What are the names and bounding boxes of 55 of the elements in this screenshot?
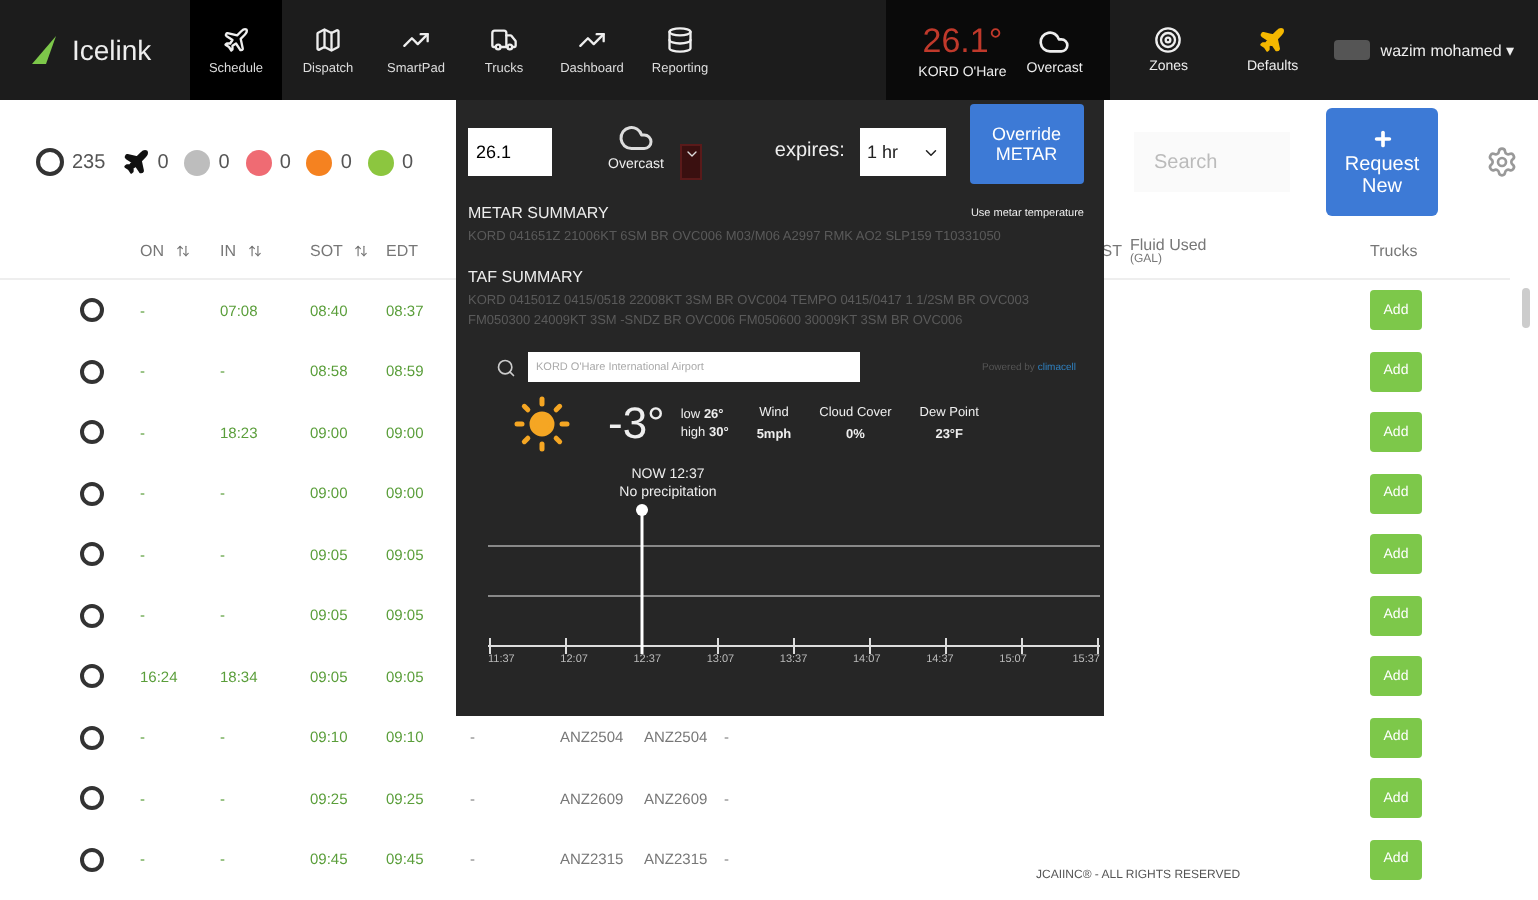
expires-label: expires:	[774, 140, 845, 162]
user-menu[interactable]: wazim mohamed ▾	[1380, 41, 1514, 59]
plus-icon	[1371, 127, 1393, 149]
cloud-icon[interactable]	[1038, 25, 1071, 57]
status-count: 0	[279, 151, 291, 173]
column-header[interactable]: SOT	[310, 242, 343, 260]
status-ring[interactable]	[80, 298, 104, 323]
status-ring[interactable]	[80, 603, 104, 628]
caret-icon	[683, 146, 700, 162]
temperature-reading: 26.1°	[922, 21, 1003, 61]
column-header[interactable]: ON	[140, 242, 164, 260]
column-header: Trucks	[1370, 242, 1418, 260]
sort-icon[interactable]	[354, 244, 369, 258]
sun-icon	[512, 394, 572, 454]
section-title: TAF SUMMARY	[468, 268, 583, 286]
status-count: 0	[340, 151, 352, 173]
sort-icon[interactable]	[176, 244, 190, 258]
logo-icon	[32, 36, 56, 64]
status-ring[interactable]	[80, 481, 104, 506]
status-count: 235	[72, 151, 106, 173]
request-new-button[interactable]: Request New	[1326, 108, 1438, 216]
nav-icon	[314, 25, 342, 53]
cloud-icon	[618, 120, 654, 156]
target-icon	[1154, 26, 1183, 54]
condition-dropdown[interactable]	[680, 144, 703, 180]
app-logo: Icelink	[72, 34, 152, 66]
settings-icon[interactable]	[1486, 146, 1518, 178]
nav-icon	[490, 25, 518, 53]
status-count: 0	[218, 151, 230, 173]
search-field[interactable]: Search	[1134, 132, 1290, 192]
column-header[interactable]: IN	[220, 242, 236, 260]
nav-icon	[666, 25, 694, 53]
user-badge	[1334, 40, 1371, 60]
scrollbar-thumb[interactable]	[1522, 288, 1530, 328]
current-temperature: -3°	[608, 398, 665, 450]
temperature-input[interactable]: 26.1	[468, 128, 552, 176]
status-ring[interactable]	[80, 847, 104, 872]
column-header[interactable]: EDT	[386, 242, 418, 260]
nav-icon	[222, 25, 250, 53]
plane-icon	[121, 148, 150, 176]
sort-icon[interactable]	[248, 244, 262, 258]
override-metar-button[interactable]: Override METAR	[969, 104, 1084, 184]
expires-select[interactable]: 1 hr	[860, 128, 946, 176]
status-ring[interactable]	[80, 725, 104, 750]
status-count: 0	[157, 151, 169, 173]
section-title: METAR SUMMARY	[468, 204, 609, 222]
status-ring[interactable]	[80, 420, 104, 445]
status-ring[interactable]	[80, 664, 104, 689]
status-ring[interactable]	[80, 359, 104, 384]
plane-icon	[1258, 26, 1287, 54]
ring-icon	[36, 148, 64, 176]
status-ring[interactable]	[80, 542, 104, 567]
status-ring[interactable]	[80, 786, 104, 811]
status-count: 0	[401, 151, 413, 173]
search-icon	[496, 357, 516, 377]
